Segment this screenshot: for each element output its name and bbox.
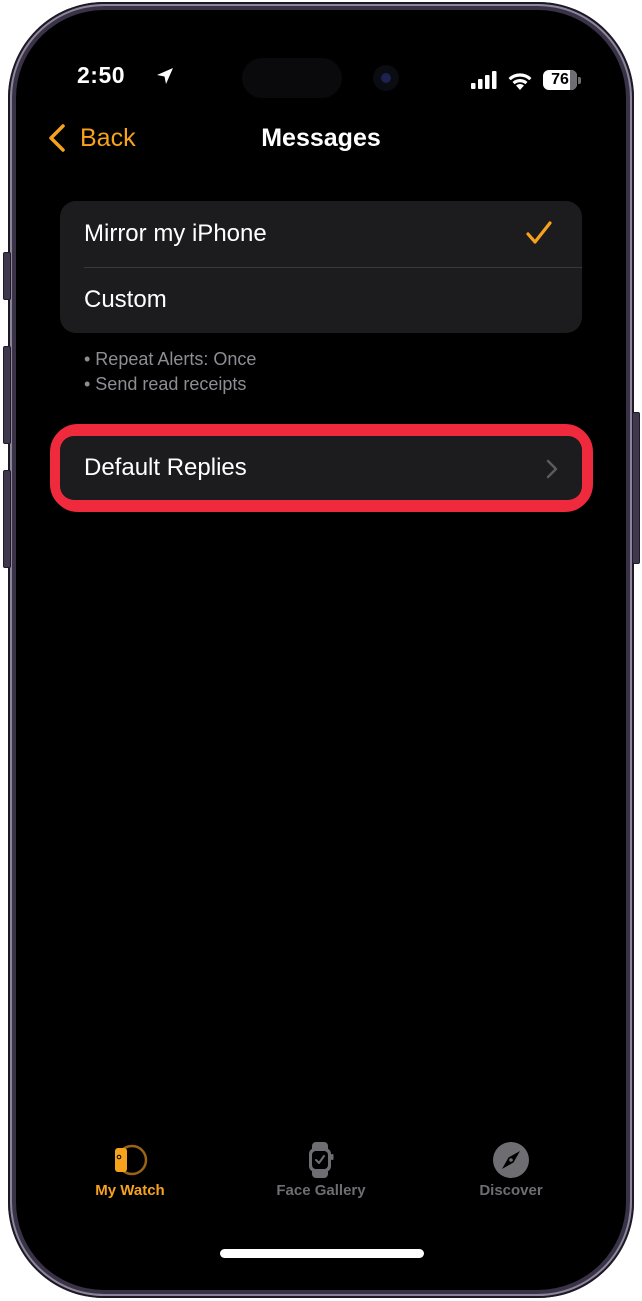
default-replies-group: Default Replies <box>60 436 582 500</box>
default-replies-row[interactable]: Default Replies <box>60 436 582 500</box>
wifi-icon <box>508 72 532 90</box>
watch-face-icon <box>309 1142 334 1178</box>
status-icons: 76 <box>471 70 581 90</box>
option-mirror-iphone[interactable]: Mirror my iPhone <box>60 201 582 267</box>
settings-summary: • Repeat Alerts: Once • Send read receip… <box>84 347 256 397</box>
home-indicator[interactable] <box>220 1249 424 1258</box>
summary-line: • Send read receipts <box>84 374 247 394</box>
power-button <box>632 412 640 564</box>
volume-down-button <box>3 470 11 568</box>
tab-label: My Watch <box>95 1182 165 1199</box>
option-custom[interactable]: Custom <box>60 267 582 333</box>
checkmark-icon <box>526 221 552 244</box>
cellular-signal-icon <box>471 71 497 89</box>
notification-mode-group: Mirror my iPhone Custom <box>60 201 582 333</box>
front-camera <box>373 65 399 91</box>
tab-bar: My Watch Face Gallery Discover <box>16 1140 626 1220</box>
action-button <box>3 252 11 300</box>
battery-level: 76 <box>551 71 569 88</box>
location-arrow-icon <box>157 68 173 84</box>
tab-face-gallery[interactable]: Face Gallery <box>246 1140 396 1199</box>
battery-nub <box>578 76 581 84</box>
screen: 2:50 76 Back Messages Mirror my iPhone C… <box>16 10 626 1290</box>
tab-label: Face Gallery <box>276 1182 366 1199</box>
battery-icon: 76 <box>543 70 577 90</box>
chevron-right-icon <box>546 459 558 479</box>
volume-up-button <box>3 346 11 444</box>
tab-my-watch[interactable]: My Watch <box>55 1140 205 1199</box>
compass-icon <box>493 1142 529 1178</box>
summary-line: • Repeat Alerts: Once <box>84 349 257 369</box>
watch-band-icon <box>115 1144 148 1176</box>
tab-discover[interactable]: Discover <box>436 1140 586 1199</box>
status-time: 2:50 <box>77 62 126 88</box>
option-label: Mirror my iPhone <box>84 220 267 247</box>
dynamic-island <box>242 58 342 98</box>
option-label: Custom <box>84 286 167 313</box>
tab-label: Discover <box>479 1182 543 1199</box>
page-title: Messages <box>261 124 381 152</box>
default-replies-label: Default Replies <box>84 454 247 481</box>
